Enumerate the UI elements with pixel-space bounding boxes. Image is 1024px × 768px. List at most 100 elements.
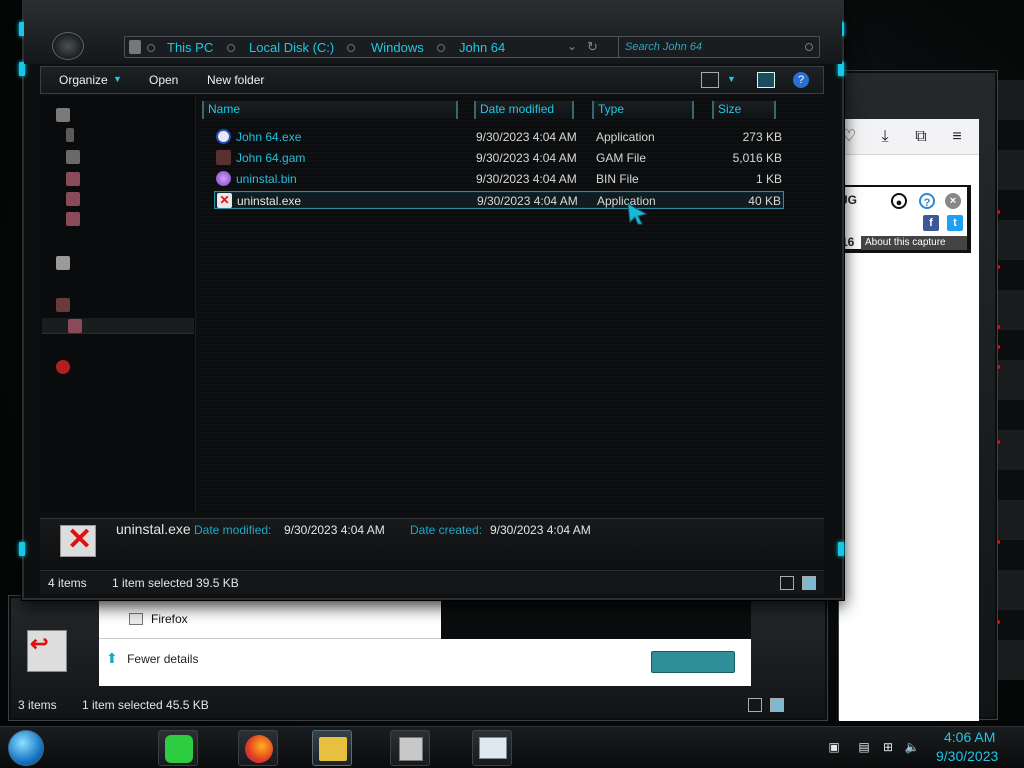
new-folder-button[interactable]: New folder <box>207 73 264 87</box>
network-status-icon[interactable]: ▤ <box>856 739 872 755</box>
back-forward-icon[interactable] <box>52 32 84 60</box>
details-pane: ✕ uninstal.exe Date modified: 9/30/2023 … <box>40 518 824 564</box>
browser-content: JG ● ? × f t 16 About this capture <box>839 155 979 721</box>
file-row[interactable]: John 64.gam 9/30/2023 4:04 AM GAM File 5… <box>214 149 784 167</box>
app-icon <box>399 737 423 761</box>
dark-list-area <box>441 601 751 639</box>
view-dropdown-icon[interactable]: ▼ <box>727 74 736 84</box>
network-icon[interactable]: ⊞ <box>880 739 896 755</box>
fewer-details-row[interactable]: ⬆ Fewer details <box>106 650 198 667</box>
dialog-button[interactable] <box>651 651 735 673</box>
preview-pane-icon[interactable] <box>757 72 775 88</box>
twitter-icon[interactable]: t <box>947 215 963 231</box>
column-name[interactable]: Name <box>202 101 458 119</box>
column-date-modified[interactable]: Date modified <box>474 101 574 119</box>
user-icon[interactable]: ● <box>891 193 907 209</box>
file-row[interactable]: uninstal.bin 9/30/2023 4:04 AM BIN File … <box>214 170 784 188</box>
refresh-icon[interactable]: ↻ <box>587 39 598 55</box>
taskbar-spotify-app[interactable] <box>158 730 198 766</box>
firefox-list-row[interactable]: Firefox <box>99 601 441 639</box>
breadcrumb-local-disk[interactable]: Local Disk (C:) <box>249 40 334 55</box>
this-pc-icon <box>56 298 70 312</box>
file-size: 273 KB <box>742 130 782 144</box>
nav-item-this-pc[interactable] <box>56 298 186 314</box>
file-date: 9/30/2023 4:04 AM <box>476 130 577 144</box>
spotify-icon <box>165 735 193 763</box>
taskbar-app[interactable] <box>390 730 430 766</box>
gam-file-icon <box>216 150 231 165</box>
pictures-icon <box>56 108 70 122</box>
task-manager-icon <box>479 737 507 759</box>
nav-item-local-disk[interactable] <box>42 318 194 334</box>
file-size: 5,016 KB <box>732 151 782 165</box>
nav-item-music[interactable] <box>56 192 186 208</box>
file-name: uninstal.bin <box>236 172 297 186</box>
change-view-icon[interactable] <box>701 72 719 88</box>
search-icon[interactable] <box>805 43 813 51</box>
download-icon[interactable]: ⤓ <box>875 127 895 147</box>
file-row-selected[interactable]: ✕ uninstal.exe 9/30/2023 4:04 AM Applica… <box>214 191 784 209</box>
nav-item-network[interactable] <box>56 360 186 376</box>
nav-item-onedrive[interactable] <box>56 256 186 272</box>
clock-date[interactable]: 9/30/2023 <box>936 748 998 764</box>
documents-icon <box>66 172 80 186</box>
file-date: 9/30/2023 4:04 AM <box>477 194 578 208</box>
nav-item-videos[interactable] <box>56 212 186 228</box>
column-size[interactable]: Size <box>712 101 776 119</box>
title-bar: This PC Local Disk (C:) Windows John 64 … <box>24 2 842 64</box>
open-button[interactable]: Open <box>149 73 178 87</box>
volume-icon[interactable]: 🔈 <box>904 739 920 755</box>
chevron-down-icon[interactable]: ⌄ <box>567 39 577 53</box>
file-row[interactable]: John 64.exe 9/30/2023 4:04 AM Applicatio… <box>214 128 784 146</box>
nav-item-documents[interactable] <box>56 172 186 188</box>
tray-app-icon[interactable]: ▣ <box>826 739 842 755</box>
large-icons-view-icon[interactable] <box>802 576 816 590</box>
taskbar: ▣ ▤ ⊞ 🔈 4:06 AM 9/30/2023 <box>0 726 1024 768</box>
mouse-cursor-icon <box>627 203 648 225</box>
file-type: GAM File <box>596 151 647 165</box>
large-icons-view-icon[interactable] <box>770 698 784 712</box>
taskbar-task-manager-app[interactable] <box>472 730 512 766</box>
firefox-label: Firefox <box>151 612 188 626</box>
taskbar-firefox-app[interactable] <box>238 730 278 766</box>
about-capture-button[interactable]: About this capture <box>861 236 967 250</box>
file-size: 1 KB <box>755 172 782 186</box>
command-bar: Organize ▼ Open New folder ▼ ? <box>40 66 824 94</box>
breadcrumb-john-64[interactable]: John 64 <box>459 40 505 55</box>
videos-icon <box>66 212 80 226</box>
uninstall-icon: ↩ <box>27 630 67 672</box>
nav-item-desktop[interactable] <box>56 128 186 144</box>
address-bar[interactable]: This PC Local Disk (C:) Windows John 64 … <box>124 36 628 58</box>
file-type: BIN File <box>596 172 639 186</box>
organize-dropdown-icon[interactable]: ▼ <box>113 74 122 84</box>
details-view-icon[interactable] <box>780 576 794 590</box>
file-explorer-icon <box>319 737 347 761</box>
file-icon <box>129 613 143 625</box>
file-name: uninstal.exe <box>237 194 302 208</box>
menu-icon[interactable]: ≡ <box>947 127 967 147</box>
facebook-icon[interactable]: f <box>923 215 939 231</box>
file-size: 40 KB <box>748 194 781 208</box>
start-button[interactable] <box>8 730 44 766</box>
browser-window: ♡ ⤓ ⧉ ≡ JG ● ? × f t 16 About this captu… <box>838 70 998 721</box>
file-name: John 64.exe <box>236 130 302 144</box>
close-icon[interactable]: × <box>945 193 961 209</box>
clock-time[interactable]: 4:06 AM <box>944 729 995 745</box>
taskbar-file-explorer-app[interactable] <box>312 730 352 766</box>
help-icon[interactable]: ? <box>793 72 809 88</box>
nav-item-downloads[interactable] <box>56 150 186 166</box>
breadcrumb-windows[interactable]: Windows <box>371 40 424 55</box>
background-explorer-pane: Firefox <box>99 601 751 686</box>
nav-item-pictures[interactable] <box>56 108 186 124</box>
breadcrumb-this-pc[interactable]: This PC <box>167 40 213 55</box>
column-type[interactable]: Type <box>592 101 694 119</box>
extensions-icon[interactable]: ⧉ <box>911 127 931 147</box>
help-icon[interactable]: ? <box>919 193 935 209</box>
status-bar: 4 items 1 item selected 39.5 KB <box>40 570 824 594</box>
details-created-value: 9/30/2023 4:04 AM <box>490 523 591 537</box>
organize-button[interactable]: Organize <box>59 73 108 87</box>
search-input[interactable]: Search John 64 <box>618 36 820 58</box>
search-placeholder: Search John 64 <box>625 41 703 53</box>
details-view-icon[interactable] <box>748 698 762 712</box>
file-list: Name Date modified Type Size John 64.exe… <box>198 96 824 512</box>
